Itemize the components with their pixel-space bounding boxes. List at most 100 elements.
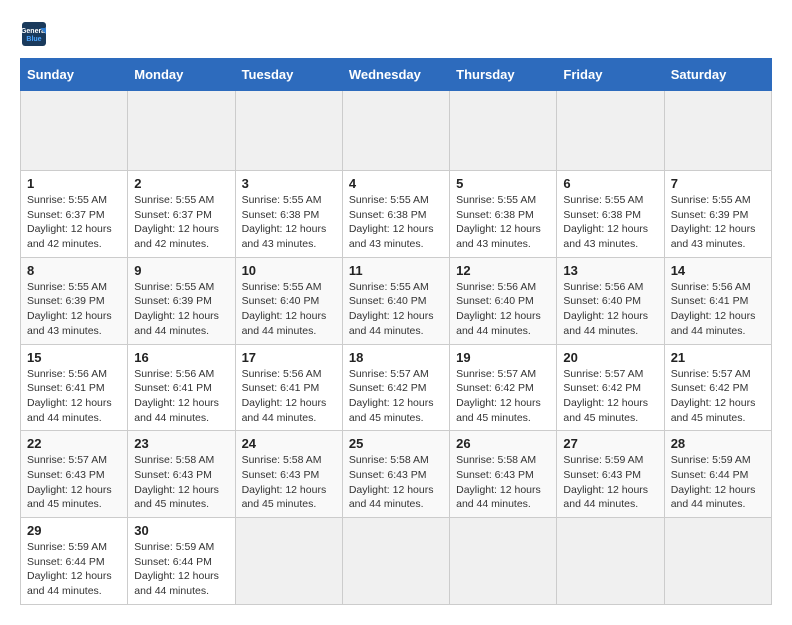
day-info: Sunrise: 5:55 AM Sunset: 6:37 PM Dayligh… bbox=[27, 193, 121, 252]
day-info: Sunrise: 5:55 AM Sunset: 6:38 PM Dayligh… bbox=[456, 193, 550, 252]
day-number: 2 bbox=[134, 176, 228, 191]
svg-text:Blue: Blue bbox=[26, 36, 41, 43]
calendar-cell: 2 Sunrise: 5:55 AM Sunset: 6:37 PM Daylig… bbox=[128, 171, 235, 258]
day-info: Sunrise: 5:57 AM Sunset: 6:42 PM Dayligh… bbox=[563, 367, 657, 426]
calendar-cell: 3 Sunrise: 5:55 AM Sunset: 6:38 PM Daylig… bbox=[235, 171, 342, 258]
calendar-header-row: SundayMondayTuesdayWednesdayThursdayFrid… bbox=[21, 59, 772, 91]
col-header-wednesday: Wednesday bbox=[342, 59, 449, 91]
calendar-cell bbox=[342, 91, 449, 171]
col-header-friday: Friday bbox=[557, 59, 664, 91]
day-number: 30 bbox=[134, 523, 228, 538]
col-header-saturday: Saturday bbox=[664, 59, 771, 91]
day-info: Sunrise: 5:55 AM Sunset: 6:38 PM Dayligh… bbox=[349, 193, 443, 252]
col-header-sunday: Sunday bbox=[21, 59, 128, 91]
calendar-cell bbox=[664, 91, 771, 171]
day-number: 21 bbox=[671, 350, 765, 365]
logo-icon: General Blue bbox=[20, 20, 48, 48]
calendar-cell bbox=[235, 91, 342, 171]
day-info: Sunrise: 5:57 AM Sunset: 6:42 PM Dayligh… bbox=[671, 367, 765, 426]
calendar-cell: 8Sunrise: 5:55 AM Sunset: 6:39 PM Daylig… bbox=[21, 257, 128, 344]
day-info: Sunrise: 5:58 AM Sunset: 6:43 PM Dayligh… bbox=[456, 453, 550, 512]
calendar-table: SundayMondayTuesdayWednesdayThursdayFrid… bbox=[20, 58, 772, 605]
day-info: Sunrise: 5:55 AM Sunset: 6:39 PM Dayligh… bbox=[671, 193, 765, 252]
day-number: 5 bbox=[456, 176, 550, 191]
day-number: 9 bbox=[134, 263, 228, 278]
day-number: 15 bbox=[27, 350, 121, 365]
day-info: Sunrise: 5:55 AM Sunset: 6:39 PM Dayligh… bbox=[134, 280, 228, 339]
day-number: 4 bbox=[349, 176, 443, 191]
calendar-cell: 17 Sunrise: 5:56 AM Sunset: 6:41 PM Dayli… bbox=[235, 344, 342, 431]
calendar-cell: 21 Sunrise: 5:57 AM Sunset: 6:42 PM Dayli… bbox=[664, 344, 771, 431]
day-info: Sunrise: 5:56 AM Sunset: 6:41 PM Dayligh… bbox=[134, 367, 228, 426]
calendar-cell bbox=[450, 518, 557, 605]
calendar-cell: 25 Sunrise: 5:58 AM Sunset: 6:43 PM Dayli… bbox=[342, 431, 449, 518]
logo: General Blue bbox=[20, 20, 52, 48]
calendar-cell: 13 Sunrise: 5:56 AM Sunset: 6:40 PM Dayli… bbox=[557, 257, 664, 344]
day-info: Sunrise: 5:56 AM Sunset: 6:41 PM Dayligh… bbox=[242, 367, 336, 426]
day-info: Sunrise: 5:56 AM Sunset: 6:41 PM Dayligh… bbox=[27, 367, 121, 426]
day-number: 25 bbox=[349, 436, 443, 451]
calendar-week-row: 15 Sunrise: 5:56 AM Sunset: 6:41 PM Dayli… bbox=[21, 344, 772, 431]
day-info: Sunrise: 5:59 AM Sunset: 6:43 PM Dayligh… bbox=[563, 453, 657, 512]
calendar-cell: 20Sunrise: 5:57 AM Sunset: 6:42 PM Dayli… bbox=[557, 344, 664, 431]
day-info: Sunrise: 5:58 AM Sunset: 6:43 PM Dayligh… bbox=[349, 453, 443, 512]
calendar-cell bbox=[21, 91, 128, 171]
day-number: 29 bbox=[27, 523, 121, 538]
calendar-cell bbox=[557, 518, 664, 605]
col-header-monday: Monday bbox=[128, 59, 235, 91]
calendar-cell: 27 Sunrise: 5:59 AM Sunset: 6:43 PM Dayli… bbox=[557, 431, 664, 518]
day-info: Sunrise: 5:55 AM Sunset: 6:38 PM Dayligh… bbox=[563, 193, 657, 252]
day-number: 22 bbox=[27, 436, 121, 451]
calendar-cell bbox=[342, 518, 449, 605]
day-number: 14 bbox=[671, 263, 765, 278]
calendar-cell: 6 Sunrise: 5:55 AM Sunset: 6:38 PM Daylig… bbox=[557, 171, 664, 258]
day-info: Sunrise: 5:59 AM Sunset: 6:44 PM Dayligh… bbox=[134, 540, 228, 599]
calendar-cell: 4 Sunrise: 5:55 AM Sunset: 6:38 PM Daylig… bbox=[342, 171, 449, 258]
day-number: 6 bbox=[563, 176, 657, 191]
calendar-cell: 18 Sunrise: 5:57 AM Sunset: 6:42 PM Dayli… bbox=[342, 344, 449, 431]
day-number: 28 bbox=[671, 436, 765, 451]
day-number: 26 bbox=[456, 436, 550, 451]
day-info: Sunrise: 5:55 AM Sunset: 6:37 PM Dayligh… bbox=[134, 193, 228, 252]
day-number: 3 bbox=[242, 176, 336, 191]
day-info: Sunrise: 5:59 AM Sunset: 6:44 PM Dayligh… bbox=[27, 540, 121, 599]
day-number: 23 bbox=[134, 436, 228, 451]
calendar-cell: 29 Sunrise: 5:59 AM Sunset: 6:44 PM Dayli… bbox=[21, 518, 128, 605]
calendar-cell: 30 Sunrise: 5:59 AM Sunset: 6:44 PM Dayli… bbox=[128, 518, 235, 605]
calendar-cell: 7 Sunrise: 5:55 AM Sunset: 6:39 PM Daylig… bbox=[664, 171, 771, 258]
day-number: 12 bbox=[456, 263, 550, 278]
col-header-thursday: Thursday bbox=[450, 59, 557, 91]
calendar-cell: 1Sunrise: 5:55 AM Sunset: 6:37 PM Daylig… bbox=[21, 171, 128, 258]
day-info: Sunrise: 5:56 AM Sunset: 6:40 PM Dayligh… bbox=[563, 280, 657, 339]
day-info: Sunrise: 5:55 AM Sunset: 6:40 PM Dayligh… bbox=[242, 280, 336, 339]
day-number: 19 bbox=[456, 350, 550, 365]
calendar-cell: 26 Sunrise: 5:58 AM Sunset: 6:43 PM Dayli… bbox=[450, 431, 557, 518]
calendar-cell bbox=[557, 91, 664, 171]
day-number: 11 bbox=[349, 263, 443, 278]
day-number: 13 bbox=[563, 263, 657, 278]
calendar-cell: 28 Sunrise: 5:59 AM Sunset: 6:44 PM Dayli… bbox=[664, 431, 771, 518]
calendar-cell: 23 Sunrise: 5:58 AM Sunset: 6:43 PM Dayli… bbox=[128, 431, 235, 518]
day-number: 18 bbox=[349, 350, 443, 365]
day-info: Sunrise: 5:55 AM Sunset: 6:40 PM Dayligh… bbox=[349, 280, 443, 339]
day-number: 27 bbox=[563, 436, 657, 451]
calendar-week-row: 1Sunrise: 5:55 AM Sunset: 6:37 PM Daylig… bbox=[21, 171, 772, 258]
day-info: Sunrise: 5:57 AM Sunset: 6:43 PM Dayligh… bbox=[27, 453, 121, 512]
day-number: 8 bbox=[27, 263, 121, 278]
calendar-cell: 22 Sunrise: 5:57 AM Sunset: 6:43 PM Dayli… bbox=[21, 431, 128, 518]
header: General Blue bbox=[20, 20, 772, 48]
day-number: 24 bbox=[242, 436, 336, 451]
day-info: Sunrise: 5:55 AM Sunset: 6:38 PM Dayligh… bbox=[242, 193, 336, 252]
day-info: Sunrise: 5:58 AM Sunset: 6:43 PM Dayligh… bbox=[134, 453, 228, 512]
calendar-cell: 16 Sunrise: 5:56 AM Sunset: 6:41 PM Dayli… bbox=[128, 344, 235, 431]
col-header-tuesday: Tuesday bbox=[235, 59, 342, 91]
calendar-cell bbox=[450, 91, 557, 171]
day-number: 16 bbox=[134, 350, 228, 365]
day-info: Sunrise: 5:57 AM Sunset: 6:42 PM Dayligh… bbox=[349, 367, 443, 426]
calendar-week-row: 22 Sunrise: 5:57 AM Sunset: 6:43 PM Dayli… bbox=[21, 431, 772, 518]
day-info: Sunrise: 5:59 AM Sunset: 6:44 PM Dayligh… bbox=[671, 453, 765, 512]
day-number: 17 bbox=[242, 350, 336, 365]
calendar-week-row: 29 Sunrise: 5:59 AM Sunset: 6:44 PM Dayli… bbox=[21, 518, 772, 605]
day-number: 7 bbox=[671, 176, 765, 191]
calendar-cell: 15 Sunrise: 5:56 AM Sunset: 6:41 PM Dayli… bbox=[21, 344, 128, 431]
